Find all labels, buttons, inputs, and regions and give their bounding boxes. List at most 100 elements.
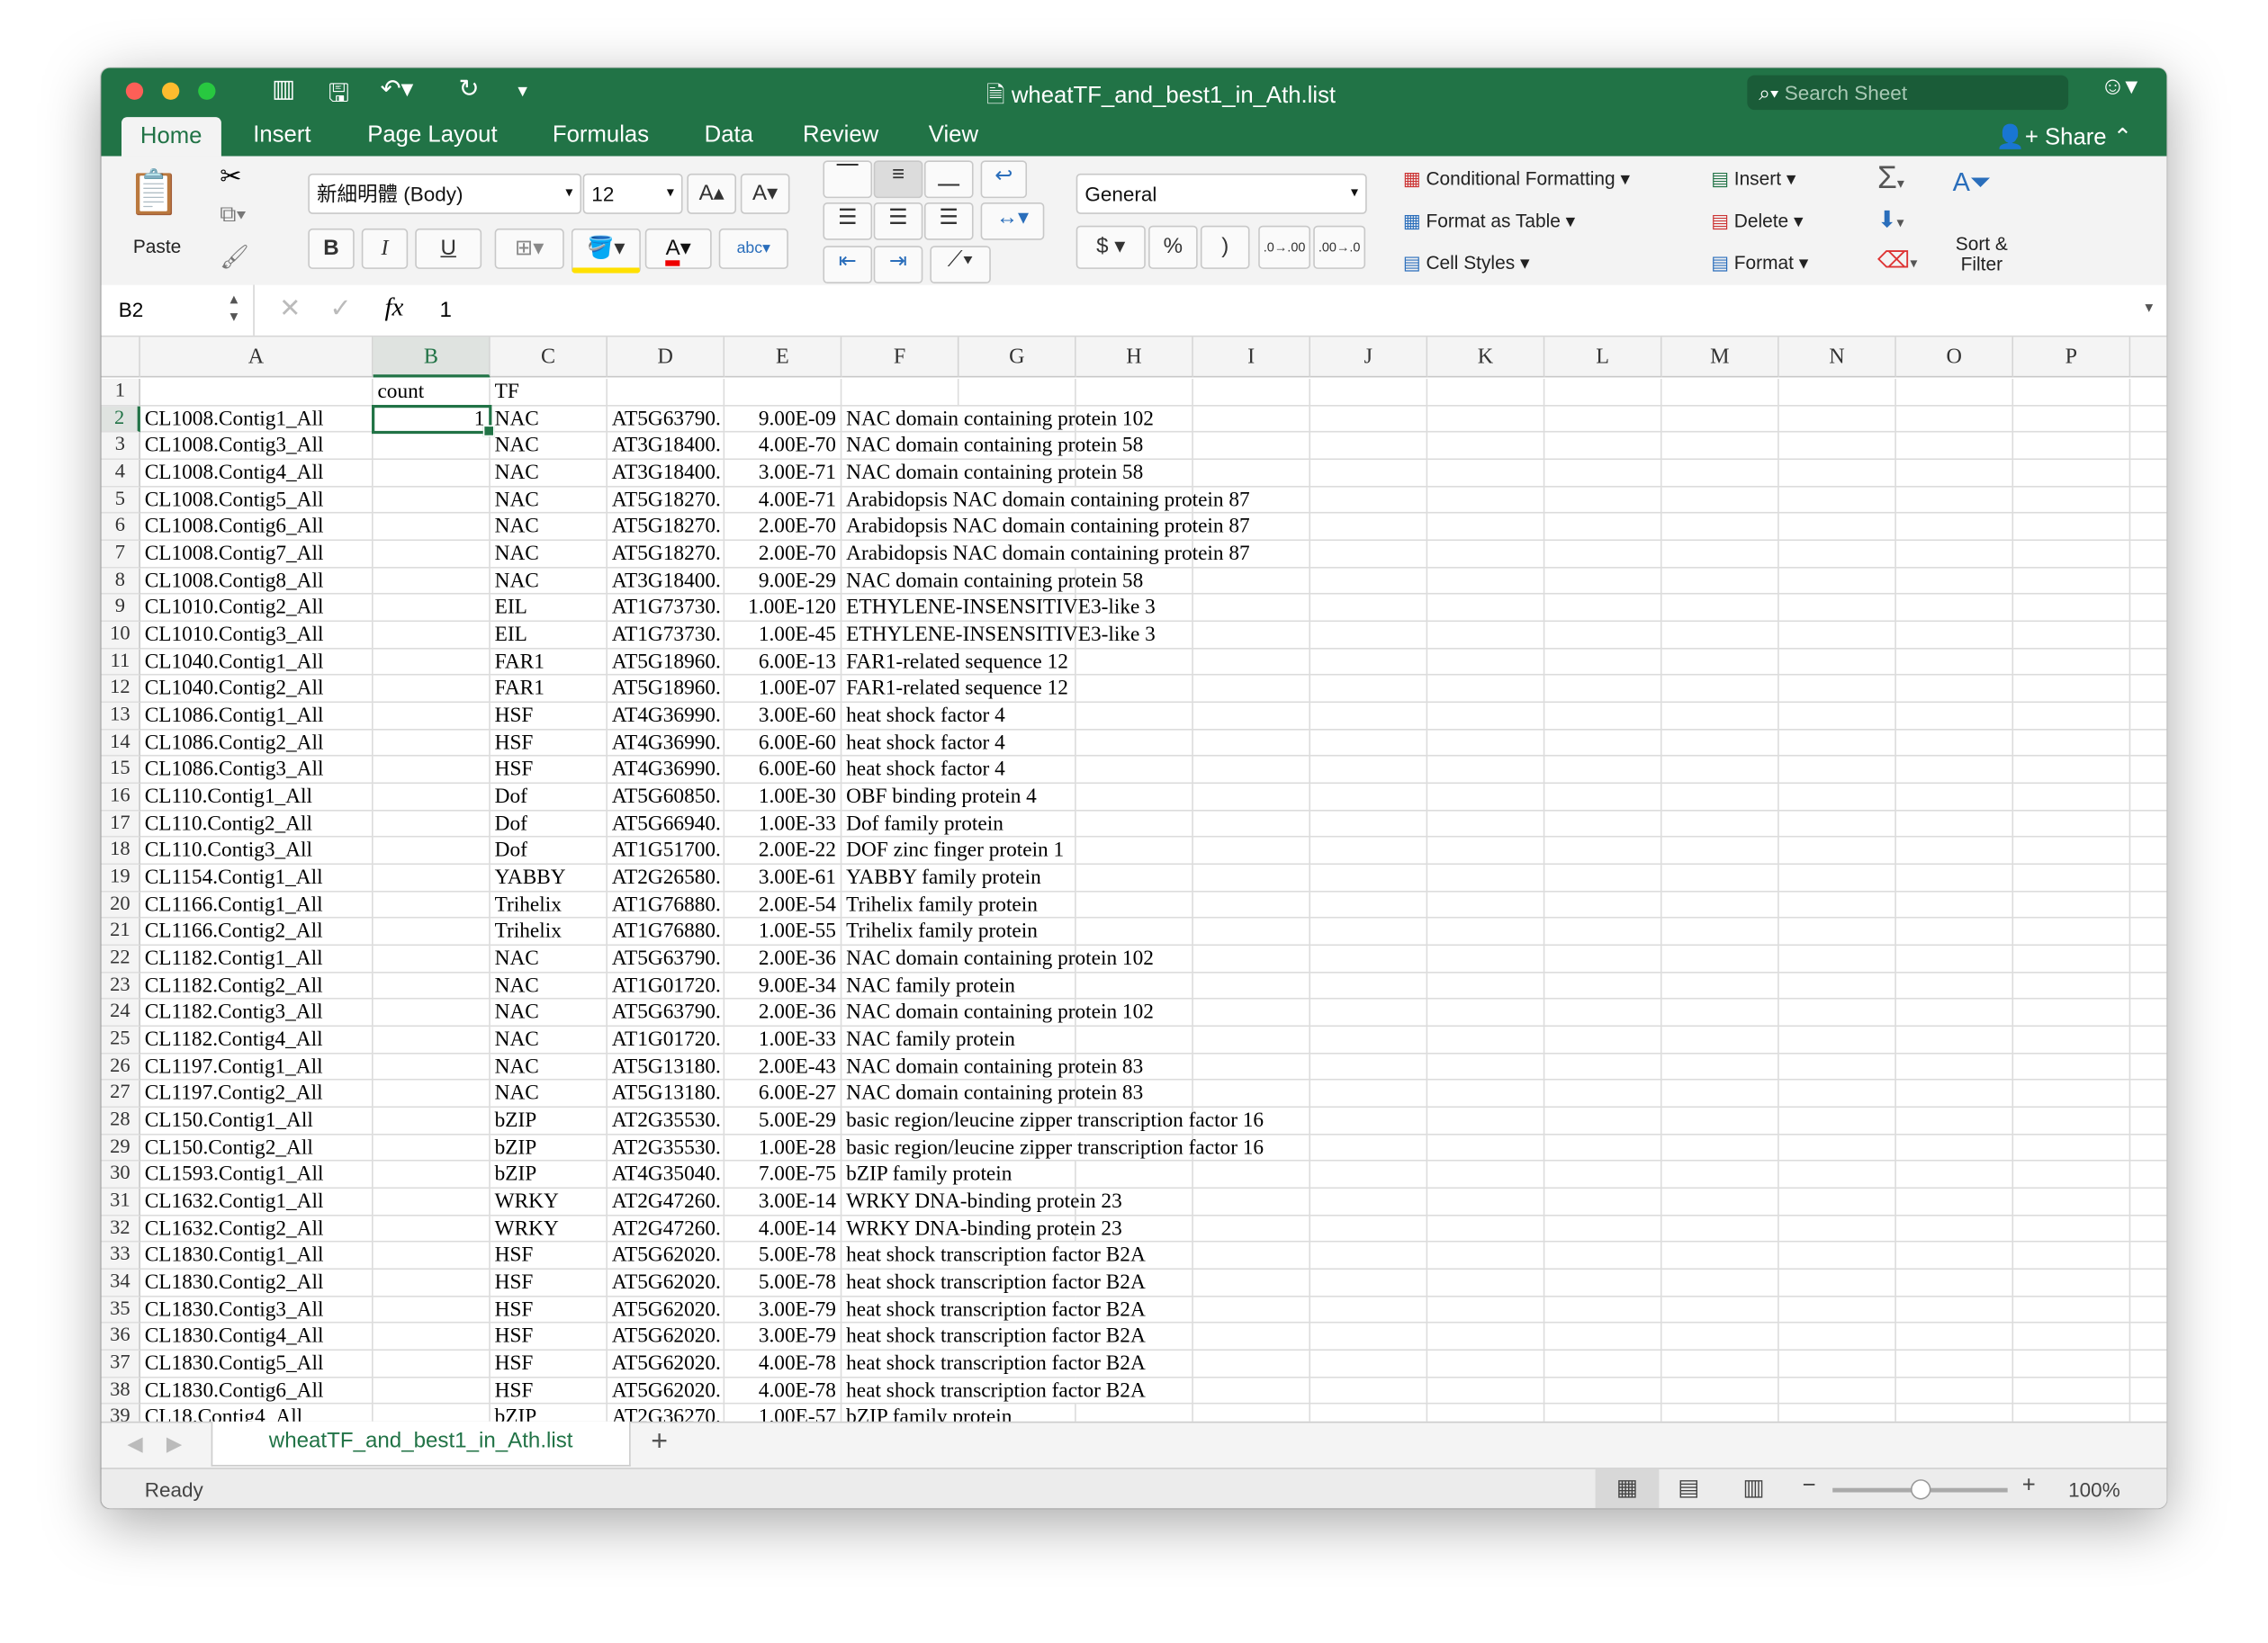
cell-p9[interactable]	[2013, 595, 2131, 623]
cell-e13[interactable]: 3.00E-60	[724, 703, 842, 731]
cell-h20[interactable]	[1076, 892, 1193, 920]
cell-j12[interactable]	[1310, 676, 1428, 704]
cell-i26[interactable]	[1192, 1054, 1311, 1082]
cell-i35[interactable]	[1192, 1297, 1311, 1324]
cell-j23[interactable]	[1310, 973, 1428, 1001]
cell-n13[interactable]	[1778, 703, 1896, 731]
cell-b29[interactable]	[373, 1135, 490, 1163]
redo-icon[interactable]: ↻	[458, 76, 479, 104]
cell-blank[interactable]	[2130, 811, 2167, 839]
cell-p5[interactable]	[2013, 487, 2131, 515]
row-header-22[interactable]: 22	[101, 946, 140, 974]
cell-k23[interactable]	[1427, 973, 1545, 1001]
cell-b13[interactable]	[373, 703, 490, 731]
cell-blank[interactable]	[2130, 1324, 2167, 1351]
cell-j21[interactable]	[1310, 919, 1428, 947]
cell-d6[interactable]: AT5G18270.	[607, 514, 725, 542]
cell-a18[interactable]: CL110.Contig3_All	[140, 838, 374, 866]
cell-i25[interactable]	[1192, 1027, 1311, 1055]
cell-e21[interactable]: 1.00E-55	[724, 919, 842, 947]
cell-m39[interactable]	[1662, 1405, 1779, 1422]
cell-a39[interactable]: CL18.Contig4_All	[140, 1405, 374, 1422]
cell-blank[interactable]	[2130, 541, 2167, 569]
format-cells-button[interactable]: ▤ Format ▾	[1711, 252, 1808, 275]
cell-f29[interactable]: basic region/leucine zipper transcriptio…	[842, 1135, 1264, 1163]
align-center-button[interactable]: ☰	[873, 202, 923, 240]
cell-blank[interactable]	[2130, 406, 2167, 434]
cell-blank[interactable]	[2130, 919, 2167, 947]
cell-k3[interactable]	[1427, 433, 1545, 461]
cell-o18[interactable]	[1895, 838, 2014, 866]
cell-j24[interactable]	[1310, 1000, 1428, 1028]
cell-c3[interactable]: NAC	[490, 433, 608, 461]
cell-b8[interactable]	[373, 568, 490, 596]
cell-l8[interactable]	[1544, 568, 1662, 596]
row-header-24[interactable]: 24	[101, 1000, 140, 1028]
cell-a15[interactable]: CL1086.Contig3_All	[140, 757, 374, 785]
cell-d2[interactable]: AT5G63790.	[607, 406, 725, 434]
row-header-14[interactable]: 14	[101, 730, 140, 758]
cell-d23[interactable]: AT1G01720.	[607, 973, 725, 1001]
cell-m36[interactable]	[1661, 1324, 1779, 1351]
cell-f23[interactable]: NAC family protein	[842, 973, 1015, 1001]
cell-f39[interactable]: bZIP family protein	[842, 1405, 1012, 1422]
cell-i37[interactable]	[1192, 1351, 1311, 1378]
borders-button[interactable]: ⊞▾	[494, 228, 564, 269]
cell-k27[interactable]	[1427, 1081, 1545, 1109]
cell-n8[interactable]	[1778, 568, 1896, 596]
cell-n17[interactable]	[1778, 811, 1896, 839]
cell-d5[interactable]: AT5G18270.	[607, 487, 725, 515]
cell-p33[interactable]	[2013, 1243, 2131, 1270]
font-color-button[interactable]: A▾	[644, 228, 712, 269]
cell-n16[interactable]	[1778, 784, 1896, 812]
cell-c20[interactable]: Trihelix	[490, 892, 608, 920]
cell-i15[interactable]	[1192, 757, 1311, 785]
cell-c25[interactable]: NAC	[490, 1027, 608, 1055]
cell-k10[interactable]	[1427, 622, 1545, 650]
fill-icon[interactable]: ⬇▾	[1877, 205, 1904, 234]
previous-sheet-icon[interactable]: ◀	[127, 1432, 142, 1456]
row-header-21[interactable]: 21	[101, 919, 140, 947]
cell-blank[interactable]	[2130, 379, 2167, 407]
cell-d8[interactable]: AT3G18400.	[607, 568, 725, 596]
row-header-30[interactable]: 30	[101, 1162, 140, 1190]
cell-blank[interactable]	[2130, 946, 2167, 974]
cell-a2[interactable]: CL1008.Contig1_All	[140, 406, 374, 434]
cell-m37[interactable]	[1661, 1351, 1779, 1378]
cell-e39[interactable]: 1.00E-57	[724, 1405, 842, 1422]
cell-p27[interactable]	[2013, 1081, 2131, 1109]
cell-b38[interactable]	[373, 1378, 490, 1405]
cell-e26[interactable]: 2.00E-43	[724, 1054, 842, 1082]
underline-button[interactable]: U	[415, 228, 482, 269]
cell-l17[interactable]	[1544, 811, 1662, 839]
cell-i10[interactable]	[1192, 622, 1311, 650]
insert-cells-button[interactable]: ▤ Insert ▾	[1711, 167, 1796, 191]
align-right-button[interactable]: ☰	[923, 202, 974, 240]
cell-a22[interactable]: CL1182.Contig1_All	[140, 946, 374, 974]
cell-a16[interactable]: CL110.Contig1_All	[140, 784, 374, 812]
cell-b9[interactable]	[373, 595, 490, 623]
font-size-select[interactable]: 12 ▾	[582, 173, 683, 214]
cell-n32[interactable]	[1778, 1216, 1896, 1243]
cell-p13[interactable]	[2013, 703, 2131, 731]
zoom-out-button[interactable]: −	[1802, 1474, 1815, 1500]
cell-i39[interactable]	[1193, 1405, 1311, 1422]
align-middle-button[interactable]: ≡	[873, 160, 923, 199]
cell-c34[interactable]: HSF	[490, 1270, 608, 1297]
cell-j20[interactable]	[1310, 892, 1428, 920]
cell-f13[interactable]: heat shock factor 4	[842, 703, 1005, 731]
cell-f11[interactable]: FAR1-related sequence 12	[842, 649, 1068, 677]
cell-k28[interactable]	[1427, 1108, 1545, 1136]
cell-e28[interactable]: 5.00E-29	[724, 1108, 842, 1136]
cell-blank[interactable]	[2130, 622, 2167, 650]
cell-l6[interactable]	[1544, 514, 1662, 542]
cell-p28[interactable]	[2013, 1108, 2131, 1136]
cell-blank[interactable]	[2130, 1351, 2167, 1378]
cell-d24[interactable]: AT5G63790.	[607, 1000, 725, 1028]
cell-k16[interactable]	[1427, 784, 1545, 812]
cell-f6[interactable]: Arabidopsis NAC domain containing protei…	[842, 514, 1250, 542]
cell-j3[interactable]	[1310, 433, 1428, 461]
cell-j38[interactable]	[1310, 1378, 1428, 1405]
cell-h39[interactable]	[1076, 1405, 1193, 1422]
cell-e14[interactable]: 6.00E-60	[724, 730, 842, 758]
